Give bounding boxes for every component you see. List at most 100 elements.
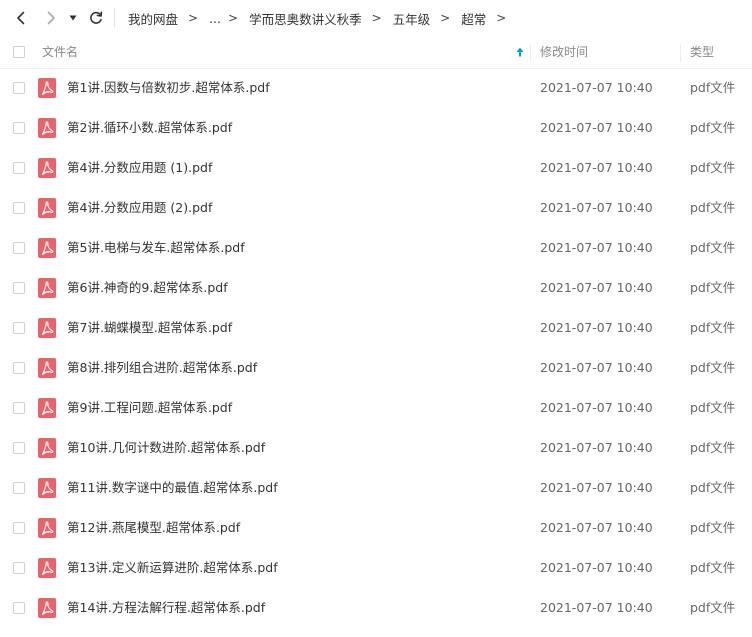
file-row[interactable]: 第9讲.工程问题.超常体系.pdf 2021-07-07 10:40 pdf文件 [0,388,752,428]
breadcrumb-item-collapsed[interactable]: ... [209,11,221,26]
file-row-checkbox[interactable] [13,322,25,334]
pdf-file-icon [38,238,56,258]
file-row-checkbox[interactable] [13,562,25,574]
pdf-file-icon [38,318,56,338]
file-modified-time: 2021-07-07 10:40 [540,560,653,575]
breadcrumb-separator: > [440,11,451,25]
file-name[interactable]: 第8讲.排列组合进阶.超常体系.pdf [67,348,257,388]
file-row[interactable]: 第8讲.排列组合进阶.超常体系.pdf 2021-07-07 10:40 pdf文件 [0,348,752,388]
file-row[interactable]: 第2讲.循环小数.超常体系.pdf 2021-07-07 10:40 pdf文件 [0,108,752,148]
file-row[interactable]: 第13讲.定义新运算进阶.超常体系.pdf 2021-07-07 10:40 pdf… [0,548,752,588]
breadcrumb-item-current[interactable]: 超常 [461,9,486,28]
pdf-file-icon [38,398,56,418]
toolbar-divider [114,8,115,28]
pdf-file-icon [38,118,56,138]
file-type: pdf文件 [690,320,736,335]
file-name[interactable]: 第6讲.神奇的9.超常体系.pdf [67,268,228,308]
file-modified-time: 2021-07-07 10:40 [540,440,653,455]
file-name[interactable]: 第11讲.数字谜中的最值.超常体系.pdf [67,468,278,508]
caret-down-icon [69,15,77,21]
file-modified-time: 2021-07-07 10:40 [540,320,653,335]
column-header-name[interactable]: 文件名 [42,36,530,68]
file-type: pdf文件 [690,560,736,575]
file-row-checkbox[interactable] [13,602,25,614]
file-modified-time: 2021-07-07 10:40 [540,80,653,95]
file-row-checkbox[interactable] [13,82,25,94]
file-row-checkbox[interactable] [13,162,25,174]
file-row[interactable]: 第7讲.蝴蝶模型.超常体系.pdf 2021-07-07 10:40 pdf文件 [0,308,752,348]
file-type: pdf文件 [690,520,736,535]
file-name[interactable]: 第5讲.电梯与发车.超常体系.pdf [67,228,245,268]
file-row[interactable]: 第14讲.方程法解行程.超常体系.pdf 2021-07-07 10:40 pdf文… [0,588,752,628]
file-type: pdf文件 [690,360,736,375]
file-row-checkbox[interactable] [13,242,25,254]
column-header-type[interactable]: 类型 [690,36,714,68]
file-type: pdf文件 [690,400,736,415]
toolbar: 我的网盘 > ... > 学而思奥数讲义秋季 > 五年级 > 超常 > [0,0,752,36]
file-list: 第1讲.因数与倍数初步.超常体系.pdf 2021-07-07 10:40 pdf文… [0,68,752,628]
chevron-left-icon [17,11,25,25]
file-row-checkbox[interactable] [13,202,25,214]
refresh-button[interactable] [84,4,108,32]
file-row-checkbox[interactable] [13,362,25,374]
file-modified-time: 2021-07-07 10:40 [540,600,653,615]
pdf-file-icon [38,158,56,178]
column-header-modified[interactable]: 修改时间 [540,36,588,68]
file-type: pdf文件 [690,240,736,255]
pdf-file-icon [38,438,56,458]
file-row[interactable]: 第6讲.神奇的9.超常体系.pdf 2021-07-07 10:40 pdf文件 [0,268,752,308]
file-name[interactable]: 第7讲.蝴蝶模型.超常体系.pdf [67,308,232,348]
file-name[interactable]: 第13讲.定义新运算进阶.超常体系.pdf [67,548,278,588]
refresh-icon [90,11,103,24]
file-row[interactable]: 第10讲.几何计数进阶.超常体系.pdf 2021-07-07 10:40 pdf文… [0,428,752,468]
file-modified-time: 2021-07-07 10:40 [540,520,653,535]
file-name[interactable]: 第4讲.分数应用题 (2).pdf [67,188,212,228]
file-type: pdf文件 [690,160,736,175]
file-modified-time: 2021-07-07 10:40 [540,240,653,255]
pdf-file-icon [38,278,56,298]
file-name[interactable]: 第10讲.几何计数进阶.超常体系.pdf [67,428,265,468]
pdf-file-icon [38,558,56,578]
file-name[interactable]: 第12讲.燕尾模型.超常体系.pdf [67,508,240,548]
file-list-header: 文件名 修改时间 类型 [0,36,752,69]
file-name[interactable]: 第9讲.工程问题.超常体系.pdf [67,388,232,428]
file-name[interactable]: 第4讲.分数应用题 (1).pdf [67,148,212,188]
file-row-checkbox[interactable] [13,122,25,134]
file-row-checkbox[interactable] [13,482,25,494]
file-row-checkbox[interactable] [13,402,25,414]
pdf-file-icon [38,198,56,218]
file-row[interactable]: 第5讲.电梯与发车.超常体系.pdf 2021-07-07 10:40 pdf文件 [0,228,752,268]
breadcrumb-item-course[interactable]: 学而思奥数讲义秋季 [249,9,362,28]
file-row[interactable]: 第12讲.燕尾模型.超常体系.pdf 2021-07-07 10:40 pdf文件 [0,508,752,548]
file-row[interactable]: 第11讲.数字谜中的最值.超常体系.pdf 2021-07-07 10:40 pdf… [0,468,752,508]
pdf-file-icon [38,518,56,538]
file-type: pdf文件 [690,80,736,95]
file-name[interactable]: 第14讲.方程法解行程.超常体系.pdf [67,588,265,628]
breadcrumb-item-my-drive[interactable]: 我的网盘 [128,9,178,28]
file-name[interactable]: 第2讲.循环小数.超常体系.pdf [67,108,232,148]
file-type: pdf文件 [690,600,736,615]
history-dropdown-button[interactable] [63,4,83,32]
file-row[interactable]: 第1讲.因数与倍数初步.超常体系.pdf 2021-07-07 10:40 pdf文… [0,68,752,108]
file-modified-time: 2021-07-07 10:40 [540,160,653,175]
file-row[interactable]: 第4讲.分数应用题 (1).pdf 2021-07-07 10:40 pdf文件 [0,148,752,188]
breadcrumb-item-grade[interactable]: 五年级 [393,9,431,28]
back-button[interactable] [9,4,33,32]
pdf-file-icon [38,478,56,498]
file-modified-time: 2021-07-07 10:40 [540,400,653,415]
file-type: pdf文件 [690,120,736,135]
breadcrumb-separator: > [496,11,507,25]
file-name[interactable]: 第1讲.因数与倍数初步.超常体系.pdf [67,68,270,108]
file-row-checkbox[interactable] [13,522,25,534]
select-all-checkbox[interactable] [13,46,25,58]
breadcrumb-separator: > [371,11,382,25]
breadcrumb: 我的网盘 > ... > 学而思奥数讲义秋季 > 五年级 > 超常 > [128,0,517,36]
file-row-checkbox[interactable] [13,282,25,294]
file-row-checkbox[interactable] [13,442,25,454]
file-modified-time: 2021-07-07 10:40 [540,360,653,375]
file-row[interactable]: 第4讲.分数应用题 (2).pdf 2021-07-07 10:40 pdf文件 [0,188,752,228]
sort-ascending-arrow-icon[interactable] [514,46,526,58]
forward-button[interactable] [39,4,63,32]
file-modified-time: 2021-07-07 10:40 [540,120,653,135]
file-type: pdf文件 [690,440,736,455]
